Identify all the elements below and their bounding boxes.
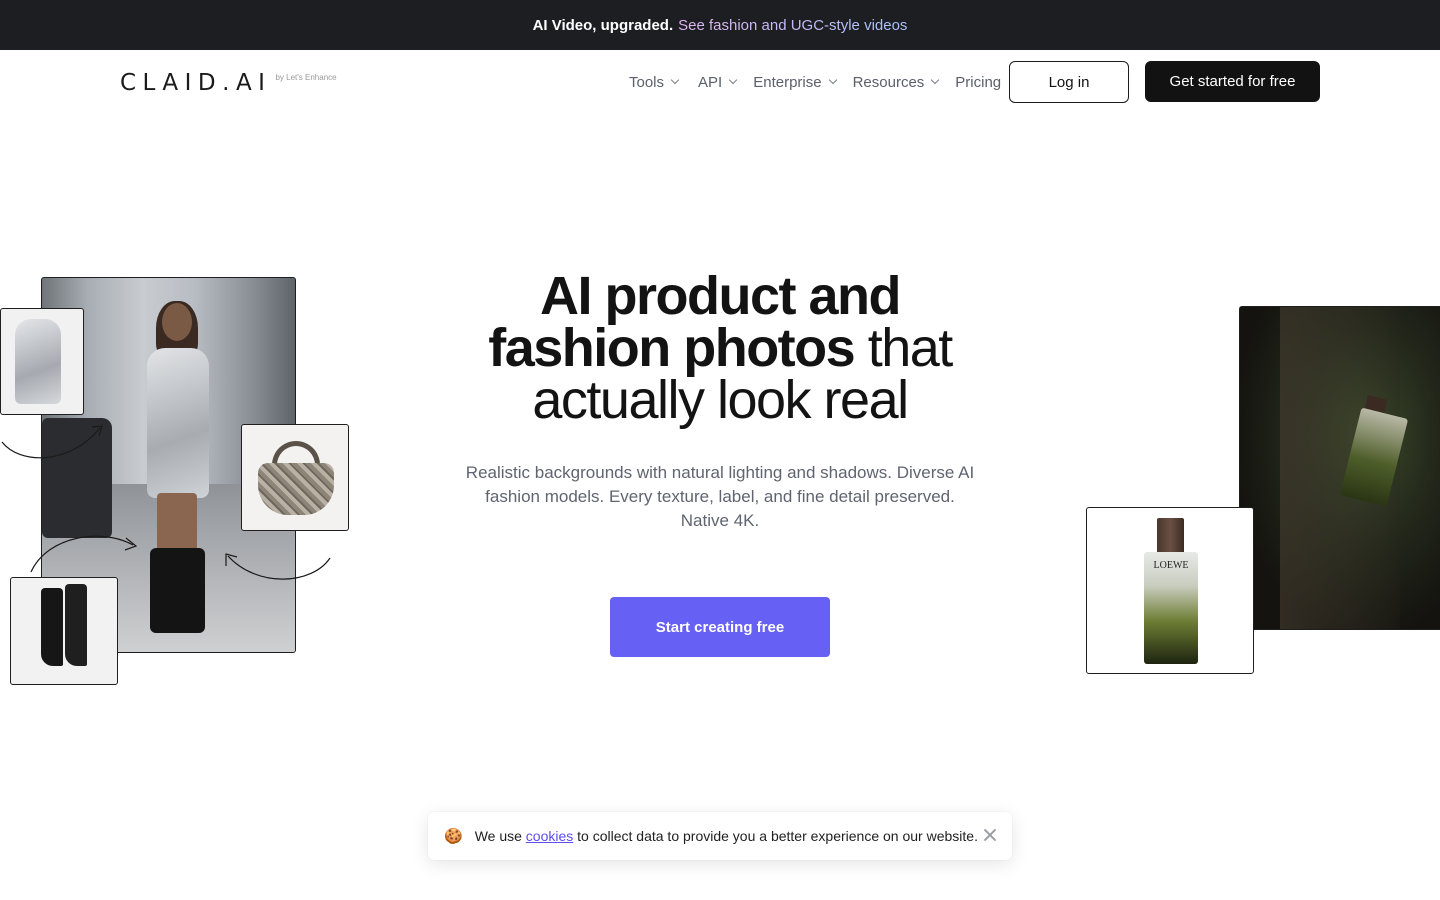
- cookie-text: We use cookies to collect data to provid…: [475, 828, 978, 844]
- handbag-product-photo: [241, 424, 349, 531]
- nav-item-enterprise[interactable]: Enterprise: [753, 72, 837, 92]
- boots-product-photo: [10, 577, 118, 685]
- hero-title-line-3: actually look real: [532, 370, 909, 430]
- dress-product-photo: [0, 308, 84, 415]
- announcement-bar: AI Video, upgraded. See fashion and UGC-…: [0, 0, 1440, 50]
- start-creating-button[interactable]: Start creating free: [610, 597, 830, 657]
- hero-title-bold: fashion photos: [488, 318, 855, 378]
- dress-shape: [15, 319, 61, 404]
- arrow-icon: [1, 425, 103, 459]
- nav-label: Tools: [629, 73, 665, 91]
- chevron-down-icon: [931, 75, 940, 85]
- logo[interactable]: CLAID.AI by Let's Enhance: [120, 71, 337, 95]
- boot-shape: [41, 588, 63, 666]
- hero-title: AI product and fashion photos that actua…: [420, 266, 1020, 430]
- model-boots: [150, 548, 205, 633]
- nav-item-tools[interactable]: Tools: [629, 72, 680, 92]
- model-dress: [147, 348, 209, 498]
- hero-title-line-1: AI product and: [540, 266, 901, 326]
- close-icon[interactable]: [982, 827, 998, 843]
- cookie-text-after: to collect data to provide you a better …: [573, 828, 978, 844]
- arrow-icon: [30, 535, 138, 573]
- nav-label: Pricing: [955, 73, 1002, 91]
- chevron-down-icon: [828, 75, 837, 85]
- bag-body: [258, 463, 334, 515]
- perfume-product-photo: LOEWE: [1086, 507, 1254, 674]
- announcement-link[interactable]: See fashion and UGC-style videos: [678, 17, 907, 34]
- hero-title-line-2: fashion photos that: [420, 321, 1020, 375]
- model-legs: [157, 493, 197, 553]
- perfume-forest-photo: [1239, 306, 1440, 630]
- cookie-text-before: We use: [474, 828, 526, 844]
- nav-label: Resources: [852, 73, 925, 91]
- main-nav: Tools API Enterprise Resources Pricing: [629, 72, 1001, 92]
- nav-label: API: [698, 73, 723, 91]
- logo-subtitle: by Let's Enhance: [275, 73, 337, 82]
- logo-wordmark: CLAID.AI: [120, 70, 272, 96]
- cookie-banner: 🍪 We use cookies to collect data to prov…: [428, 812, 1012, 860]
- nav-label: Enterprise: [753, 73, 822, 91]
- get-started-button[interactable]: Get started for free: [1145, 61, 1320, 102]
- boot-shape: [65, 584, 87, 666]
- model-head: [162, 303, 192, 341]
- cookie-icon: 🍪: [444, 828, 463, 845]
- hero-subtitle: Realistic backgrounds with natural light…: [465, 463, 975, 530]
- hero-title-regular: that: [854, 318, 954, 378]
- login-button[interactable]: Log in: [1009, 61, 1129, 103]
- nav-item-api[interactable]: API: [698, 72, 738, 92]
- chevron-down-icon: [728, 75, 738, 85]
- perfume-label: LOEWE: [1153, 560, 1189, 571]
- announcement-text: AI Video, upgraded.: [532, 16, 674, 34]
- arrow-icon: [225, 553, 331, 580]
- nav-item-pricing[interactable]: Pricing: [955, 72, 1001, 92]
- cookies-link[interactable]: cookies: [526, 828, 573, 844]
- nav-item-resources[interactable]: Resources: [852, 72, 940, 92]
- chevron-down-icon: [670, 75, 680, 85]
- bottle-cap: [1157, 518, 1184, 554]
- model-figure: [142, 301, 212, 633]
